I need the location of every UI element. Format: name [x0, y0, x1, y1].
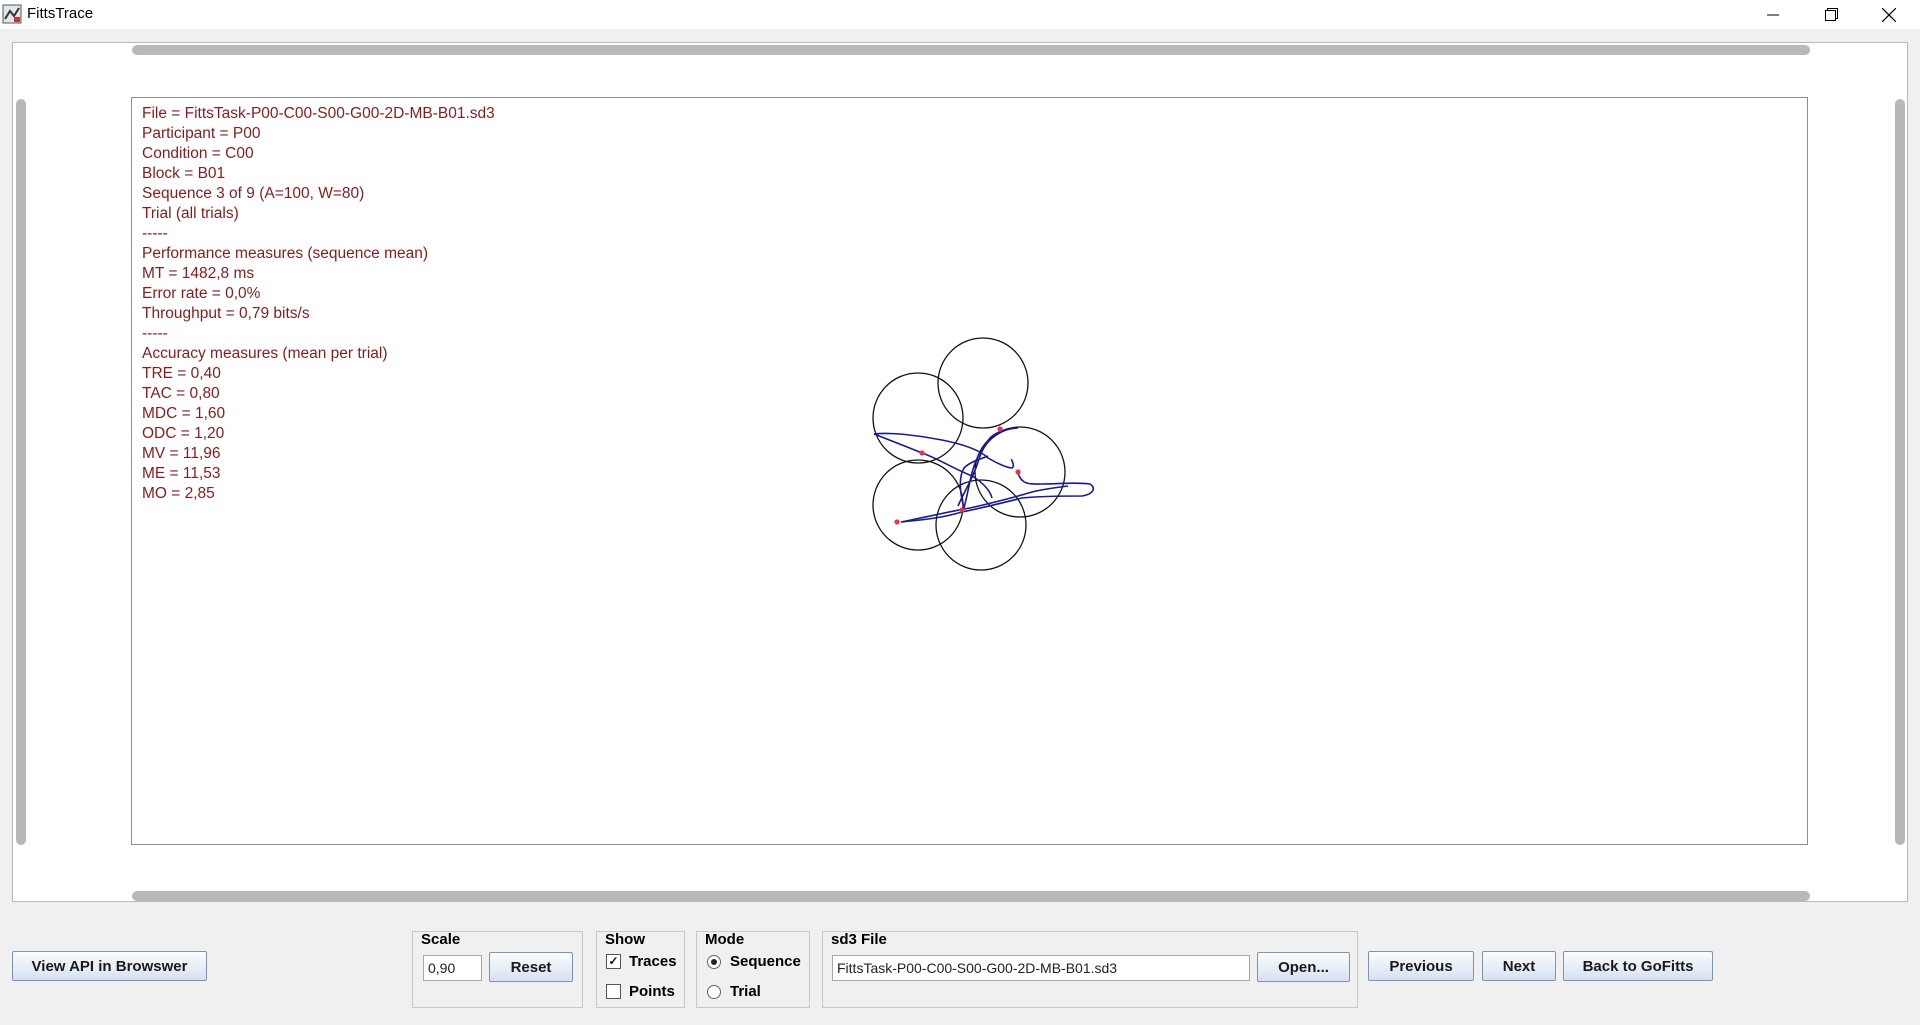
- endpoint-marker: [1015, 469, 1021, 475]
- close-icon: [1882, 7, 1896, 22]
- endpoint-marker: [919, 450, 925, 456]
- show-group: Show ✓ Traces Points: [596, 931, 685, 1008]
- sequence-radio[interactable]: Sequence: [707, 953, 801, 970]
- endpoint-marker: [894, 519, 900, 525]
- scale-input[interactable]: [423, 955, 482, 981]
- restore-icon: [1824, 8, 1838, 21]
- trace-plot: File = FittsTask-P00-C00-S00-G00-2D-MB-B…: [131, 97, 1808, 845]
- checkbox-checked-icon: ✓: [606, 954, 621, 969]
- points-label: Points: [629, 983, 675, 1000]
- minimize-button[interactable]: [1744, 0, 1802, 29]
- sequence-label: Sequence: [730, 953, 801, 970]
- scale-label: Scale: [421, 931, 461, 948]
- restore-button[interactable]: [1802, 0, 1860, 29]
- target-circle: [872, 372, 964, 464]
- left-scrollbar[interactable]: [16, 99, 26, 845]
- window-title: FittsTrace: [27, 5, 94, 22]
- mode-label: Mode: [705, 931, 745, 948]
- previous-button[interactable]: Previous: [1368, 951, 1474, 981]
- mode-group: Mode Sequence Trial: [696, 931, 810, 1008]
- target-circle: [872, 459, 964, 551]
- movement-trace: [963, 427, 1015, 509]
- top-scrollbar[interactable]: [132, 45, 1810, 55]
- open-button[interactable]: Open...: [1257, 952, 1350, 982]
- trace-drawing: [872, 337, 1095, 571]
- movement-trace: [900, 485, 1069, 523]
- trial-radio[interactable]: Trial: [707, 983, 761, 1000]
- next-button[interactable]: Next: [1482, 951, 1556, 981]
- scale-group: Scale Reset: [412, 931, 583, 1008]
- close-button[interactable]: [1860, 0, 1918, 29]
- bottom-scrollbar[interactable]: [132, 891, 1810, 901]
- reset-button[interactable]: Reset: [489, 952, 573, 982]
- radio-selected-icon: [707, 954, 721, 969]
- points-checkbox[interactable]: Points: [606, 983, 675, 1000]
- title-bar: FittsTrace: [0, 0, 1920, 29]
- checkbox-unchecked-icon: [606, 984, 621, 999]
- endpoint-marker: [959, 507, 965, 513]
- target-circle: [937, 337, 1029, 429]
- sd3-file-label: sd3 File: [831, 931, 887, 948]
- trial-label: Trial: [730, 983, 761, 1000]
- view-api-button[interactable]: View API in Browswer: [12, 951, 207, 981]
- endpoint-marker: [997, 426, 1003, 432]
- sd3-file-input[interactable]: [832, 955, 1250, 981]
- minimize-icon: [1767, 14, 1779, 15]
- show-label: Show: [605, 931, 645, 948]
- radio-unselected-icon: [707, 984, 721, 999]
- traces-checkbox[interactable]: ✓ Traces: [606, 953, 677, 970]
- traces-label: Traces: [629, 953, 677, 970]
- back-to-gofitts-button[interactable]: Back to GoFitts: [1563, 951, 1713, 981]
- right-scrollbar[interactable]: [1895, 99, 1905, 845]
- sd3-file-group: sd3 File Open...: [822, 931, 1358, 1008]
- chart-app-icon: [2, 4, 22, 24]
